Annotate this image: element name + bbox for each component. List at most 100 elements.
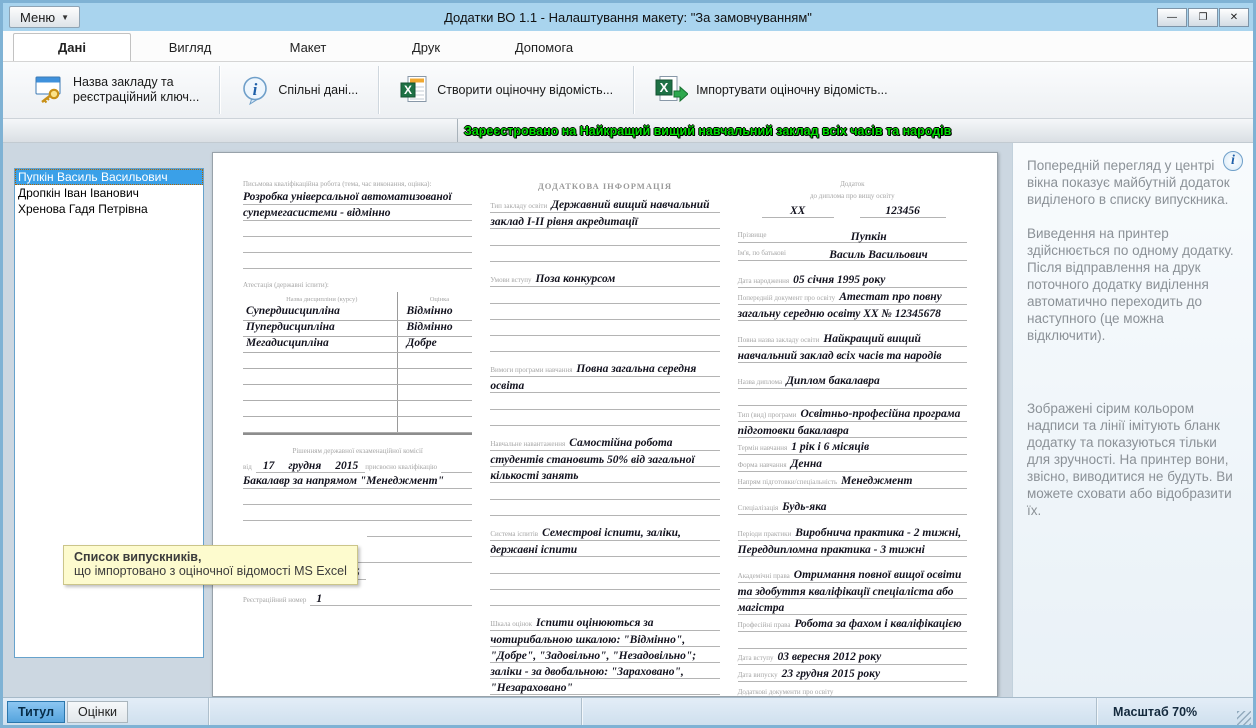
doc-gap xyxy=(738,364,967,373)
doc-table-row xyxy=(243,417,472,433)
toolbar-button-label: Створити оціночну відомість... xyxy=(437,83,613,98)
doc-table-header-cell: Оцінка xyxy=(398,292,472,305)
doc-blank-line xyxy=(243,237,472,253)
window-title: Додатки ВО 1.1 - Налаштування макету: "З… xyxy=(3,10,1253,25)
doc-field-label: Система іспитів xyxy=(490,530,542,538)
doc-field-label: Реєстраційний номер xyxy=(243,596,310,606)
title-bar: Меню ▼ Додатки ВО 1.1 - Налаштування мак… xyxy=(3,3,1253,31)
doc-field-label: Додаткові документи про освіту xyxy=(738,688,838,696)
graduate-list-item[interactable]: Пупкін Василь Васильович xyxy=(15,169,203,185)
doc-table-row: МегадисциплінаДобре xyxy=(243,337,472,353)
doc-header-line: Додаток xyxy=(738,180,967,189)
doc-blank-line xyxy=(738,633,967,649)
doc-field: Періоди практикиВиробнича практика - 2 т… xyxy=(738,525,967,558)
doc-table-header: Назва дисципліни (курсу)Оцінка xyxy=(243,292,472,305)
doc-field-value: 05 січня 1995 року xyxy=(793,274,885,286)
help-panel: i Попередній перегляд у центрі вікна пок… xyxy=(1012,143,1253,697)
graduate-list-item[interactable]: Дропкін Іван Іванович xyxy=(15,185,203,201)
doc-table-cell xyxy=(398,369,472,384)
doc-blank-line xyxy=(490,288,719,304)
info-icon: i xyxy=(1223,151,1243,171)
doc-field-value: 123456 xyxy=(860,205,946,218)
maximize-button[interactable]: ❐ xyxy=(1188,8,1218,27)
doc-table-row: СупердиисциплінаВідмінно xyxy=(243,305,472,321)
status-panel xyxy=(209,698,581,725)
doc-field: Назва дипломаДиплом бакалавра xyxy=(738,373,967,390)
toolbar: Назва закладу та реєстраційний ключ... i С… xyxy=(3,61,1253,119)
tab-0[interactable]: Дані xyxy=(13,33,131,61)
close-button[interactable]: ✕ xyxy=(1219,8,1249,27)
status-panel xyxy=(582,698,1096,725)
doc-table-row xyxy=(243,353,472,369)
svg-text:i: i xyxy=(253,80,258,99)
toolbar-button-label: Спільні дані... xyxy=(278,83,358,98)
doc-field: Форма навчанняДенна xyxy=(738,456,967,473)
tab-2[interactable]: Макет xyxy=(249,34,367,61)
doc-blank-line xyxy=(490,336,719,352)
doc-blank-line xyxy=(243,489,472,505)
doc-table-cell xyxy=(398,353,472,368)
main-area: Пупкін Василь ВасильовичДропкін Іван Іва… xyxy=(3,143,1253,697)
doc-table-cell: Супердиисципліна xyxy=(243,305,398,320)
doc-table-cell xyxy=(398,417,472,432)
doc-blank-line xyxy=(490,394,719,410)
doc-table-cell: Мегадисципліна xyxy=(243,337,398,352)
doc-gap xyxy=(243,435,472,444)
doc-gap xyxy=(243,269,472,278)
status-bar-tabs: ТитулОцінки xyxy=(3,698,208,725)
doc-field-label: Дата вступу xyxy=(738,654,778,662)
toolbar-button-0[interactable]: Назва закладу та реєстраційний ключ... xyxy=(15,62,217,118)
graduate-list-item[interactable]: Хренова Гадя Петрівна xyxy=(15,201,203,217)
doc-table-cell xyxy=(243,401,398,416)
doc-field-label: Назва диплома xyxy=(738,378,786,386)
minimize-button[interactable]: — xyxy=(1157,8,1187,27)
doc-value: Бакалавр за напрямом "Менеджмент" xyxy=(243,473,472,489)
doc-field-value: 1 xyxy=(310,593,472,606)
doc-field: Вимоги програми навчанняПовна загальна с… xyxy=(490,361,719,394)
doc-blank-line xyxy=(490,590,719,606)
tab-4[interactable]: Допомога xyxy=(485,34,603,61)
doc-gap xyxy=(738,516,967,525)
tab-3[interactable]: Друк xyxy=(367,34,485,61)
doc-field-label: Дата народження xyxy=(738,277,793,285)
resize-grip-icon[interactable] xyxy=(1237,711,1251,725)
app-window: Меню ▼ Додатки ВО 1.1 - Налаштування мак… xyxy=(0,0,1256,728)
toolbar-button-label: Імпортувати оціночну відомість... xyxy=(696,83,888,98)
toolbar-button-1[interactable]: i Спільні дані... xyxy=(222,62,376,118)
status-tab-0[interactable]: Титул xyxy=(7,701,65,723)
info-icon: i xyxy=(240,75,270,105)
doc-field-label: Навчальне навантаження xyxy=(490,440,569,448)
doc-field-label: Академічні права xyxy=(738,572,794,580)
doc-field-label: Прізвище xyxy=(738,227,771,245)
tab-1[interactable]: Вигляд xyxy=(131,34,249,61)
doc-table-row xyxy=(243,369,472,385)
doc-field-value: 17 xyxy=(256,460,282,473)
registration-banner: Зареєстровано на Найкращий вищий навчаль… xyxy=(3,119,1253,143)
doc-table-cell xyxy=(243,385,398,400)
doc-field-label: Повна назва закладу освіти xyxy=(738,336,824,344)
doc-field-label: Вимоги програми навчання xyxy=(490,366,576,374)
doc-section-header: ДОДАТКОВА ІНФОРМАЦІЯ xyxy=(490,177,719,195)
doc-field-label: Шкала оцінок xyxy=(490,620,536,628)
doc-field: Попередній документ про освітуАтестат пр… xyxy=(738,289,967,322)
status-tab-1[interactable]: Оцінки xyxy=(67,701,128,723)
doc-table-row xyxy=(243,385,472,401)
toolbar-separator xyxy=(378,66,379,114)
document-preview-page: Письмова кваліфікаційна робота (тема, ча… xyxy=(212,152,998,697)
doc-gap xyxy=(738,263,967,272)
doc-field: Додаткові документи про освіту xyxy=(738,683,967,697)
doc-field-value: Менеджмент xyxy=(841,475,912,487)
doc-field-value: грудня xyxy=(281,460,328,473)
doc-inline-row: ХХ123456 xyxy=(738,201,967,218)
toolbar-button-3[interactable]: X Імпортувати оціночну відомість... xyxy=(636,62,906,118)
doc-blank-line xyxy=(243,253,472,269)
doc-caption: Письмова кваліфікаційна робота (тема, ча… xyxy=(243,180,472,189)
doc-field-value: 2015 xyxy=(328,460,365,473)
doc-field-label: Умови вступу xyxy=(490,276,535,284)
menu-button[interactable]: Меню ▼ xyxy=(9,6,80,28)
doc-field: Дата народження05 січня 1995 року xyxy=(738,272,967,289)
doc-column-1: Письмова кваліфікаційна робота (тема, ча… xyxy=(243,177,472,690)
toolbar-button-2[interactable]: XСтворити оціночну відомість... xyxy=(381,62,631,118)
import-sheet-icon: X xyxy=(654,75,688,105)
tooltip-text: що імпортовано з оціночної відомості MS … xyxy=(74,564,347,578)
